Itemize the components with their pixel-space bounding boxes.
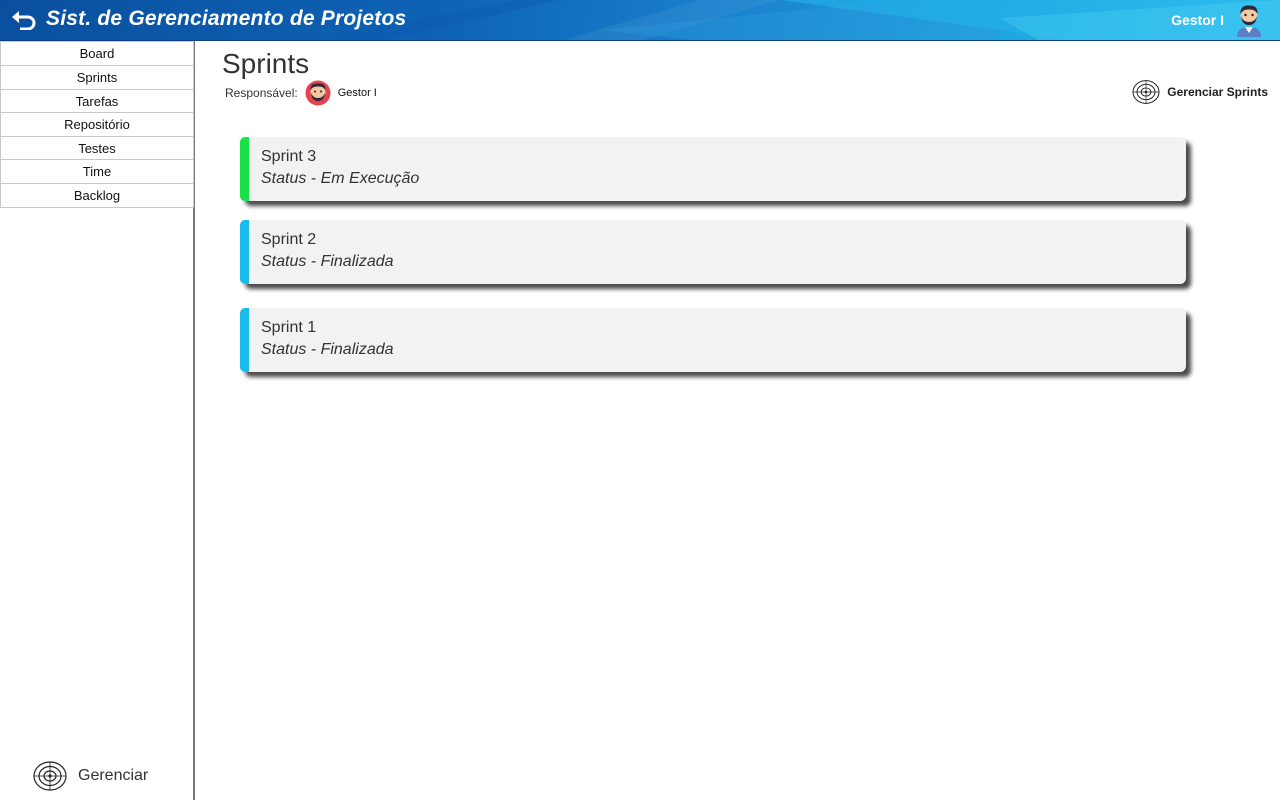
sprint-list: Sprint 3 Status - Em Execução Sprint 2 S…	[240, 137, 1186, 372]
sprint-card-2[interactable]: Sprint 2 Status - Finalizada	[240, 220, 1186, 284]
sidebar-item-time[interactable]: Time	[0, 159, 194, 184]
sprint-card-1[interactable]: Sprint 1 Status - Finalizada	[240, 308, 1186, 372]
responsavel-label: Responsável:	[225, 86, 298, 100]
sidebar-item-tarefas[interactable]: Tarefas	[0, 88, 194, 114]
sprint-status-color-bar	[240, 308, 249, 372]
sidebar-item-repositorio[interactable]: Repositório	[0, 112, 194, 137]
sidebar-item-sprints[interactable]: Sprints	[0, 65, 194, 90]
sidebar-nav: Board Sprints Tarefas Repositório Testes…	[0, 41, 194, 208]
sprint-status: Status - Finalizada	[261, 341, 394, 358]
sidebar-item-testes[interactable]: Testes	[0, 135, 194, 161]
header-avatar[interactable]	[1234, 3, 1264, 37]
manage-sprints-label: Gerenciar Sprints	[1167, 85, 1268, 99]
manage-button[interactable]: Gerenciar	[32, 760, 148, 792]
responsavel-name: Gestor I	[337, 87, 377, 99]
app-title: Sist. de Gerenciamento de Projetos	[46, 7, 407, 30]
sprint-name: Sprint 3	[261, 148, 317, 165]
back-button[interactable]	[10, 8, 38, 32]
back-arrow-icon	[12, 11, 36, 30]
app-header: Sist. de Gerenciamento de Projetos Gesto…	[0, 0, 1280, 41]
target-icon	[1132, 80, 1160, 104]
responsavel-info: Responsável: Gestor I	[225, 80, 377, 106]
sprint-status: Status - Em Execução	[261, 170, 420, 187]
sidebar: Board Sprints Tarefas Repositório Testes…	[0, 41, 195, 800]
sprint-status-color-bar	[240, 137, 249, 201]
user-avatar-icon	[1237, 5, 1261, 37]
responsavel-avatar-icon	[305, 80, 331, 106]
sprint-name: Sprint 1	[261, 319, 317, 336]
sprint-status: Status - Finalizada	[261, 253, 394, 270]
sidebar-item-backlog[interactable]: Backlog	[0, 182, 194, 208]
sprint-status-color-bar	[240, 220, 249, 284]
sprint-card-3[interactable]: Sprint 3 Status - Em Execução	[240, 137, 1186, 201]
manage-label: Gerenciar	[78, 767, 149, 784]
sidebar-item-board[interactable]: Board	[0, 41, 194, 66]
main-content: Sprints Responsável: Gestor I Gerenciar …	[197, 41, 1280, 800]
sprint-name: Sprint 2	[261, 231, 317, 248]
target-icon	[33, 761, 67, 791]
header-user-name[interactable]: Gestor I	[1171, 12, 1224, 28]
manage-sprints-button[interactable]: Gerenciar Sprints	[1131, 79, 1268, 105]
page-title: Sprints	[222, 48, 310, 79]
